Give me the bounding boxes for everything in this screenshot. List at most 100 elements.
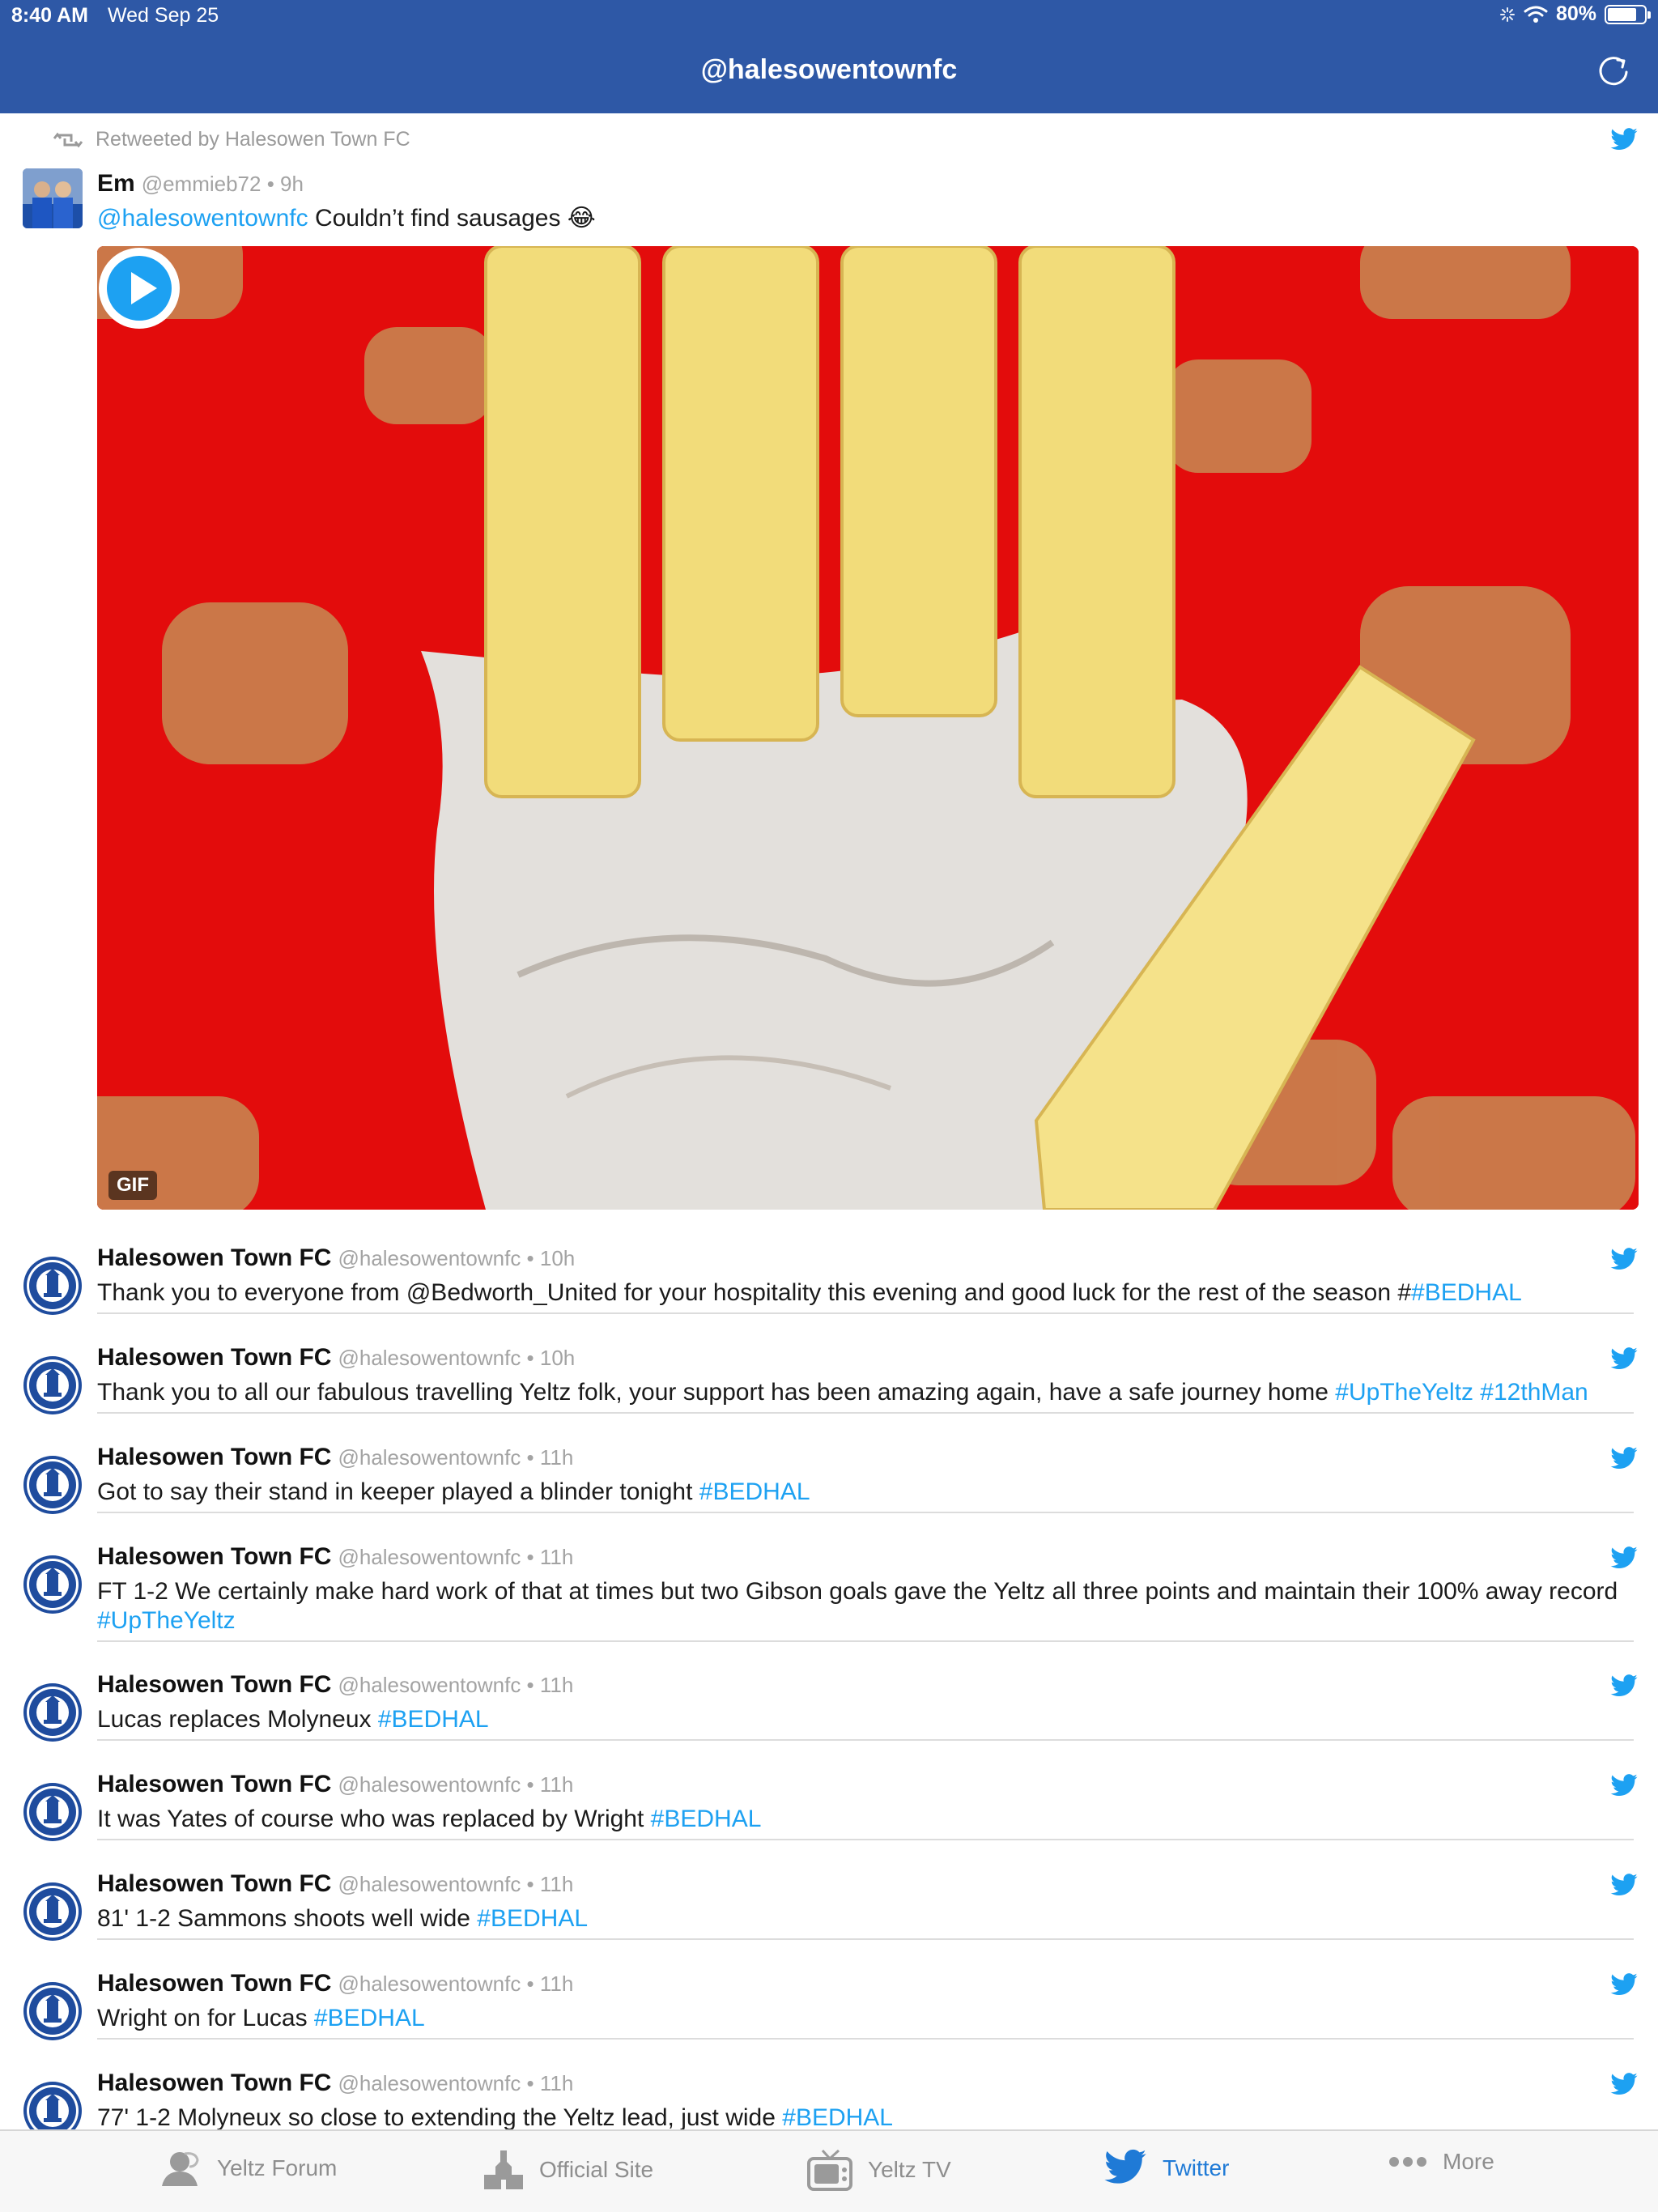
hashtag-link[interactable]: #BEDHAL <box>782 2104 893 2129</box>
tv-icon <box>807 2149 852 2191</box>
club-crest-avatar[interactable] <box>23 1555 83 1614</box>
tweet-body: Got to say their stand in keeper played … <box>97 1478 699 1505</box>
author-name[interactable]: Halesowen Town FC <box>97 1244 331 1271</box>
tweet-header: Halesowen Town FC @halesowentownfc • 11h <box>97 1543 573 1571</box>
play-icon[interactable] <box>97 246 181 330</box>
club-crest-avatar[interactable] <box>23 2081 83 2129</box>
club-crest-avatar[interactable] <box>23 1782 83 1842</box>
tweet-divider <box>97 1312 1634 1314</box>
tab-label: Yeltz TV <box>868 2157 951 2182</box>
tweet-header: Halesowen Town FC @halesowentownfc • 11h <box>97 2069 573 2097</box>
twitter-bird-icon[interactable] <box>1609 2073 1639 2097</box>
author-meta: @halesowentownfc • 11h <box>338 1445 574 1470</box>
tweet-body: 77' 1-2 Molyneux so close to extending t… <box>97 2104 783 2129</box>
forum-icon <box>162 2152 199 2186</box>
club-crest-avatar[interactable] <box>23 1256 83 1316</box>
tab-yeltz-tv[interactable]: Yeltz TV <box>806 2149 951 2191</box>
twitter-bird-icon[interactable] <box>1609 1347 1639 1372</box>
mention-link[interactable]: @halesowentownfc <box>97 205 308 232</box>
twitter-bird-icon[interactable] <box>1609 1973 1639 1997</box>
tweet-feed[interactable]: Retweeted by Halesowen Town FC Em @emmieb… <box>0 113 1658 2129</box>
author-name[interactable]: Halesowen Town FC <box>97 1771 331 1797</box>
tweet-body: Thank you to everyone from @Bedworth_Uni… <box>97 1279 1412 1306</box>
author-meta: @halesowentownfc • 10h <box>338 1246 576 1270</box>
hashtag-link[interactable]: #UpTheYeltz #12thMan <box>1335 1379 1588 1406</box>
author-name[interactable]: Halesowen Town FC <box>97 1344 331 1371</box>
gif-image <box>97 246 1639 1210</box>
author-name[interactable]: Halesowen Town FC <box>97 1671 331 1698</box>
tab-label: Yeltz Forum <box>217 2155 338 2180</box>
tab-yeltz-forum[interactable]: Yeltz Forum <box>159 2149 337 2188</box>
tweet-header: Halesowen Town FC @halesowentownfc • 11h <box>97 1444 573 1471</box>
author-name[interactable]: Halesowen Town FC <box>97 2069 331 2096</box>
battery-icon <box>1605 4 1651 24</box>
gif-badge: GIF <box>108 1171 157 1200</box>
tab-label: More <box>1443 2149 1494 2174</box>
battery-percent: 80% <box>1555 2 1596 25</box>
tweet-body: 81' 1-2 Sammons shoots well wide <box>97 1905 478 1932</box>
club-crest-avatar[interactable] <box>23 1981 83 2041</box>
author-meta: @halesowentownfc • 11h <box>338 1972 574 1996</box>
author-name[interactable]: Halesowen Town FC <box>97 1543 331 1570</box>
tab-twitter[interactable]: Twitter <box>1103 2149 1229 2188</box>
author-meta: @halesowentownfc • 10h <box>338 1346 576 1370</box>
status-date: Wed Sep 25 <box>108 4 219 27</box>
twitter-bird-icon[interactable] <box>1609 1447 1639 1471</box>
status-time: 8:40 AM <box>11 4 88 27</box>
author-meta: @halesowentownfc • 11h <box>338 1872 574 1896</box>
twitter-bird-icon[interactable] <box>1609 1674 1639 1699</box>
battery-fill <box>1608 7 1636 21</box>
hashtag-link[interactable]: #BEDHAL <box>699 1478 810 1505</box>
hashtag-link[interactable]: #UpTheYeltz <box>97 1607 236 1634</box>
club-crest-avatar[interactable] <box>23 1355 83 1415</box>
tweet-text: Wright on for Lucas #BEDHAL <box>97 2004 1619 2033</box>
hashtag-link[interactable]: #BEDHAL <box>378 1706 489 1733</box>
page-title: @halesowentownfc <box>700 54 958 85</box>
tweet-header: Halesowen Town FC @halesowentownfc • 11h <box>97 1970 573 1997</box>
tweet-divider <box>97 2038 1634 2040</box>
hashtag-link[interactable]: #BEDHAL <box>477 1905 588 1932</box>
author-name[interactable]: Halesowen Town FC <box>97 1870 331 1897</box>
tweet-divider <box>97 1839 1634 1840</box>
tweet-divider <box>97 1512 1634 1513</box>
tweet-header: Halesowen Town FC @halesowentownfc • 11h <box>97 1870 573 1898</box>
tweet-body: Couldn’t find sausages 😂 <box>308 205 596 232</box>
tweet-header: Halesowen Town FC @halesowentownfc • 10h <box>97 1244 575 1272</box>
avatar[interactable] <box>23 168 83 228</box>
tweet-divider <box>97 1938 1634 1940</box>
tab-more[interactable]: More <box>1388 2149 1494 2175</box>
author-name[interactable]: Halesowen Town FC <box>97 1444 331 1470</box>
twitter-bird-icon[interactable] <box>1609 128 1639 152</box>
club-crest-avatar[interactable] <box>23 1455 83 1515</box>
club-crest-avatar[interactable] <box>23 1882 83 1942</box>
twitter-icon <box>1104 2149 1146 2184</box>
retweet-icon <box>53 132 83 147</box>
tweet-text: It was Yates of course who was replaced … <box>97 1805 1619 1834</box>
gif-media[interactable]: GIF <box>97 246 1639 1210</box>
tweet-body: Lucas replaces Molyneux <box>97 1706 378 1733</box>
author-name[interactable]: Em <box>97 170 135 197</box>
author-meta: @halesowentownfc • 11h <box>338 2071 574 2095</box>
tab-official-site[interactable]: Official Site <box>483 2149 653 2191</box>
tweet-text: Lucas replaces Molyneux #BEDHAL <box>97 1705 1619 1734</box>
club-crest-avatar[interactable] <box>23 1682 83 1742</box>
author-name[interactable]: Halesowen Town FC <box>97 1970 331 1997</box>
tweet-text: Thank you to all our fabulous travelling… <box>97 1378 1619 1407</box>
retweet-label: Retweeted by Halesowen Town FC <box>96 128 410 151</box>
refresh-icon[interactable] <box>1593 50 1634 91</box>
hashtag-link[interactable]: #BEDHAL <box>1411 1279 1522 1306</box>
twitter-bird-icon[interactable] <box>1609 1248 1639 1272</box>
tab-bar: Yeltz Forum Official Site Yeltz TV Twitt… <box>0 2129 1658 2212</box>
church-icon <box>484 2150 523 2189</box>
hashtag-link[interactable]: #BEDHAL <box>651 1806 762 1832</box>
tweet-text: 77' 1-2 Molyneux so close to extending t… <box>97 2104 1619 2129</box>
tweet-divider <box>97 1739 1634 1741</box>
author-meta: @halesowentownfc • 11h <box>338 1545 574 1569</box>
tweet-text: Thank you to everyone from @Bedworth_Uni… <box>97 1278 1619 1308</box>
tab-label: Twitter <box>1163 2155 1230 2180</box>
tweet-header: Halesowen Town FC @halesowentownfc • 11h <box>97 1671 573 1699</box>
hashtag-link[interactable]: #BEDHAL <box>314 2005 425 2031</box>
twitter-bird-icon[interactable] <box>1609 1774 1639 1798</box>
twitter-bird-icon[interactable] <box>1609 1546 1639 1571</box>
twitter-bird-icon[interactable] <box>1609 1874 1639 1898</box>
